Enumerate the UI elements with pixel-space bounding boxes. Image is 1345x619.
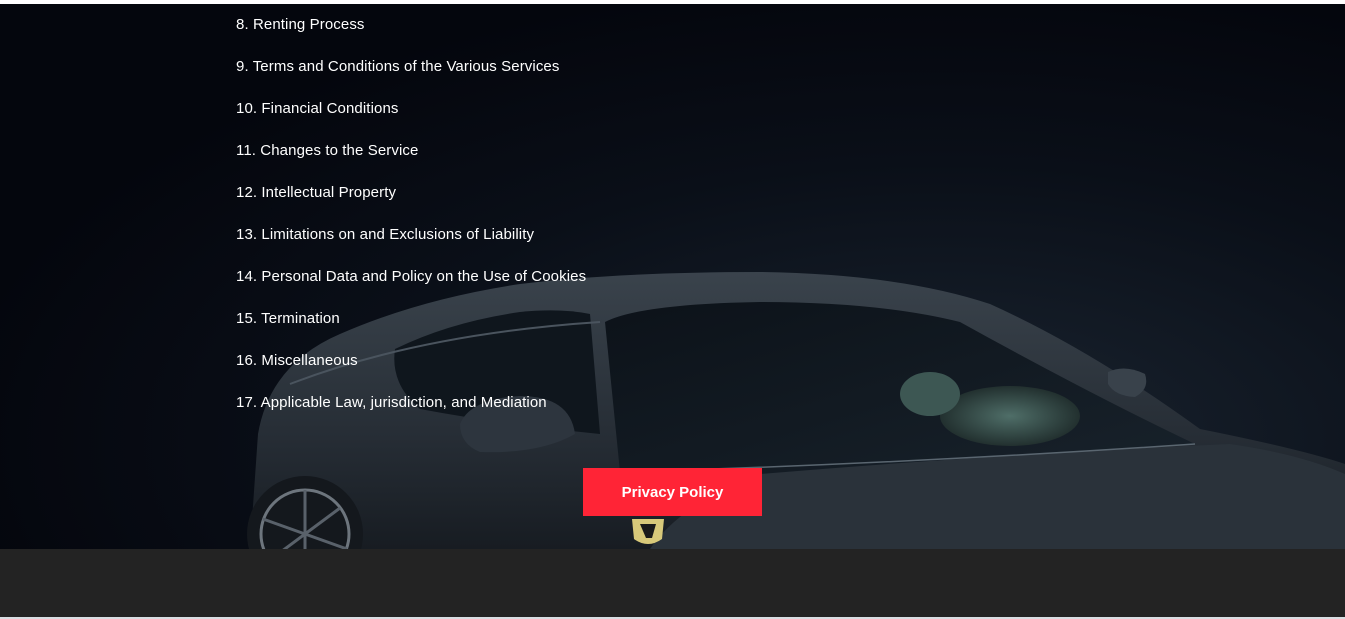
- footer: [0, 549, 1345, 617]
- terms-link[interactable]: 8. Renting Process: [236, 16, 365, 33]
- terms-link[interactable]: 17. Applicable Law, jurisdiction, and Me…: [236, 394, 547, 411]
- list-item[interactable]: 9. Terms and Conditions of the Various S…: [236, 58, 586, 100]
- terms-link[interactable]: 14. Personal Data and Policy on the Use …: [236, 268, 586, 285]
- list-item[interactable]: 16. Miscellaneous: [236, 352, 586, 394]
- terms-link[interactable]: 12. Intellectual Property: [236, 184, 396, 201]
- privacy-policy-button[interactable]: Privacy Policy: [583, 468, 762, 516]
- terms-link[interactable]: 13. Limitations on and Exclusions of Lia…: [236, 226, 534, 243]
- hero-section: 8. Renting Process 9. Terms and Conditio…: [0, 4, 1345, 549]
- list-item[interactable]: 8. Renting Process: [236, 16, 586, 58]
- list-item[interactable]: 10. Financial Conditions: [236, 100, 586, 142]
- terms-link[interactable]: 16. Miscellaneous: [236, 352, 358, 369]
- list-item[interactable]: 12. Intellectual Property: [236, 184, 586, 226]
- terms-link[interactable]: 11. Changes to the Service: [236, 142, 418, 159]
- terms-link[interactable]: 15. Termination: [236, 310, 340, 327]
- list-item[interactable]: 17. Applicable Law, jurisdiction, and Me…: [236, 394, 586, 436]
- list-item[interactable]: 14. Personal Data and Policy on the Use …: [236, 268, 586, 310]
- terms-list: 8. Renting Process 9. Terms and Conditio…: [236, 16, 586, 436]
- list-item[interactable]: 13. Limitations on and Exclusions of Lia…: [236, 226, 586, 268]
- list-item[interactable]: 11. Changes to the Service: [236, 142, 586, 184]
- terms-link[interactable]: 10. Financial Conditions: [236, 100, 399, 117]
- list-item[interactable]: 15. Termination: [236, 310, 586, 352]
- page: 8. Renting Process 9. Terms and Conditio…: [0, 0, 1345, 619]
- terms-link[interactable]: 9. Terms and Conditions of the Various S…: [236, 58, 559, 75]
